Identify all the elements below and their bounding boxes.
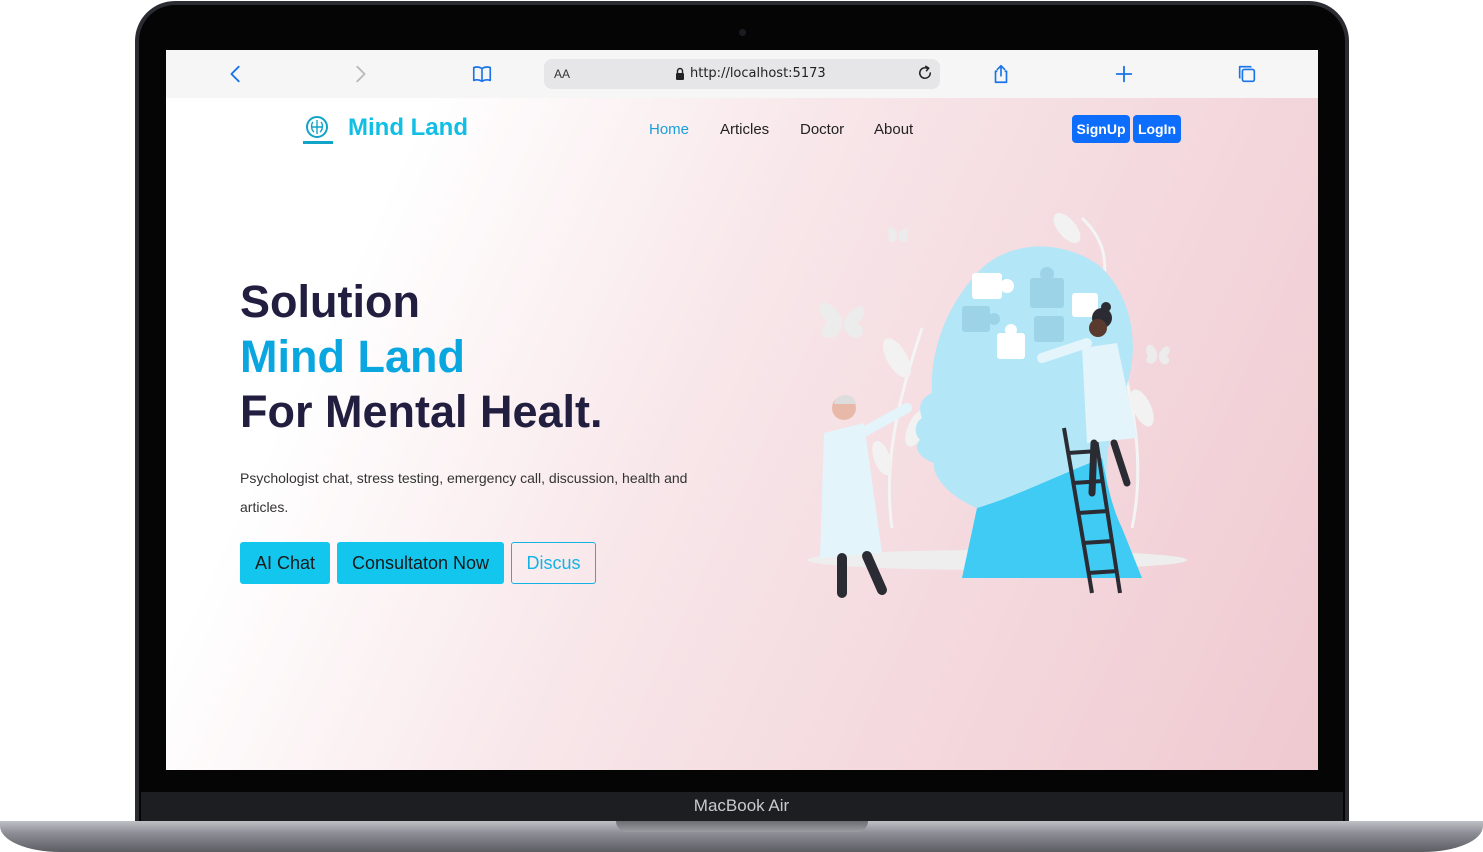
text-size-button[interactable]: AA <box>554 67 570 81</box>
address-bar[interactable]: AA http://localhost:5173 <box>544 59 940 89</box>
laptop-notch <box>616 821 868 832</box>
camera <box>739 29 746 36</box>
signup-button[interactable]: SignUp <box>1072 115 1130 143</box>
bookmarks-icon[interactable] <box>470 62 494 86</box>
nav-articles[interactable]: Articles <box>720 121 769 138</box>
ai-chat-button[interactable]: AI Chat <box>240 542 330 584</box>
back-icon[interactable] <box>224 62 248 86</box>
device-label: MacBook Air <box>693 796 790 815</box>
reload-icon[interactable] <box>916 64 934 82</box>
login-button[interactable]: LogIn <box>1133 115 1181 143</box>
nav-about[interactable]: About <box>874 121 913 138</box>
logo-text[interactable]: Mind Land <box>348 114 468 142</box>
hero-title-line-1: Solution <box>240 276 420 327</box>
tabs-overview-icon[interactable] <box>1235 62 1259 86</box>
new-tab-icon[interactable] <box>1112 62 1136 86</box>
nav-doctor[interactable]: Doctor <box>800 121 844 138</box>
lock-icon <box>676 67 684 80</box>
nav-home[interactable]: Home <box>649 121 689 138</box>
brain-logo-icon[interactable] <box>300 114 336 148</box>
hero-title-line-3: For Mental Healt. <box>240 386 603 437</box>
consultation-button[interactable]: Consultaton Now <box>337 542 504 584</box>
url-text: http://localhost:5173 <box>690 66 826 81</box>
share-icon[interactable] <box>989 62 1013 86</box>
browser-toolbar: AA http://localhost:5173 <box>166 50 1318 99</box>
mental-health-illustration <box>807 213 1187 598</box>
hero-description: Psychologist chat, stress testing, emerg… <box>240 470 688 515</box>
screen: AA http://localhost:5173 Mind Land Home … <box>166 50 1318 770</box>
hero-title-line-2: Mind Land <box>240 331 465 382</box>
forward-icon[interactable] <box>348 62 372 86</box>
web-page: Mind Land Home Articles Doctor About Sig… <box>166 98 1318 770</box>
discuss-button[interactable]: Discus <box>511 542 596 584</box>
